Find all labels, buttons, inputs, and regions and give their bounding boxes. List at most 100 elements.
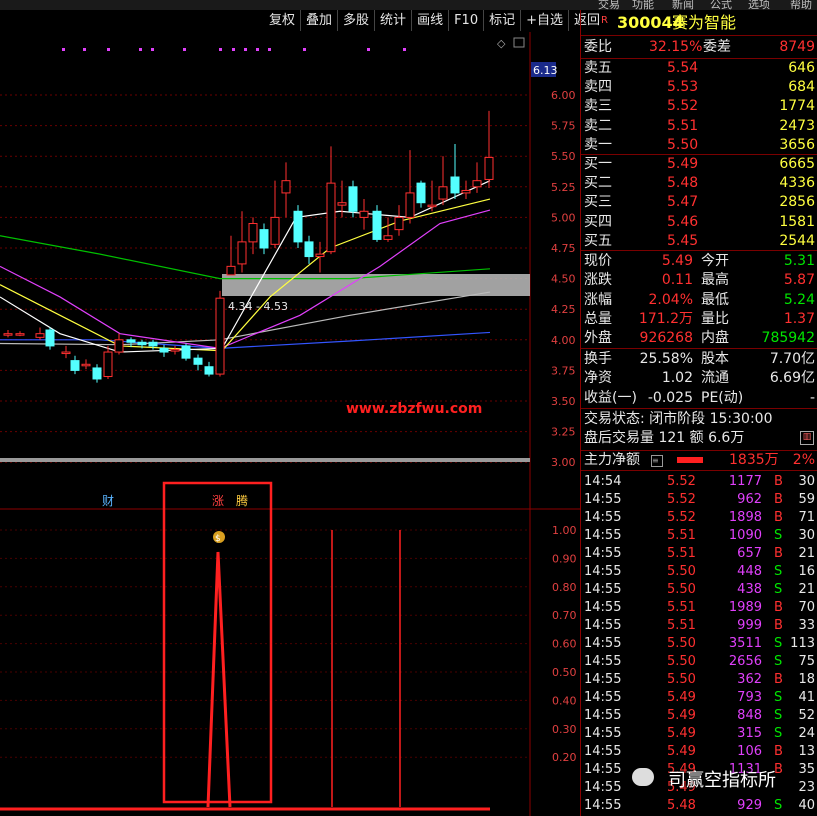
stat-row: 换手 25.58% 股本 7.70亿: [581, 350, 817, 369]
mark-button[interactable]: 标记: [484, 10, 522, 31]
tick-volume: 2656: [728, 654, 762, 669]
candle-body: [359, 210, 369, 218]
book-price: 5.48: [667, 175, 699, 192]
book-label: 买一: [584, 156, 612, 172]
candle-body: [270, 216, 280, 245]
stat-row: 涨跌 0.11 最高 5.87: [581, 271, 817, 290]
price-tick: 4.50: [551, 273, 576, 286]
main-force-row: 主力净额 ≡ 1835万 2%: [581, 451, 817, 470]
indicator-tick: 0.40: [552, 694, 577, 707]
signal-dot: [107, 48, 110, 51]
main-force-value: 1835万: [729, 452, 779, 468]
book-label: 买五: [584, 232, 612, 249]
stock-name: 赛为智能: [672, 13, 737, 32]
book-volume: 2544: [779, 232, 815, 249]
tick-side: B: [774, 744, 783, 759]
tick-price: 5.51: [667, 546, 696, 561]
cai-marker[interactable]: 财: [102, 494, 114, 508]
add-watchlist-button[interactable]: +自选: [521, 10, 570, 31]
tick-price: 5.50: [667, 654, 696, 669]
tick-time: 14:55: [584, 690, 622, 705]
stat-value-2: 5.24: [783, 291, 815, 308]
candle-body: [461, 189, 471, 194]
candle-body: [159, 347, 169, 353]
candle-body: [405, 192, 415, 218]
indicator-tick: 1.00: [552, 524, 577, 537]
candle-body: [472, 180, 482, 188]
tick-side: S: [774, 708, 783, 723]
tick-time: 14:54: [584, 474, 622, 489]
teng-marker[interactable]: 腾: [236, 493, 248, 508]
list-icon[interactable]: ≡: [651, 455, 663, 467]
price-tick: 3.50: [551, 395, 576, 408]
book-label: 卖一: [584, 136, 612, 153]
tick-side: S: [774, 726, 783, 741]
stat-value-2: 7.70亿: [769, 351, 815, 367]
book-row: 买三 5.47 2856: [581, 193, 817, 212]
stat-value-2: 5.31: [783, 253, 815, 269]
multi-stock-button[interactable]: 多股: [338, 10, 376, 31]
f10-button[interactable]: F10: [449, 10, 485, 31]
overlay-text: 司赢空指标所: [668, 770, 776, 791]
tick-side: S: [774, 528, 783, 543]
trade-status: 交易状态: 闭市阶段 15:30:00: [581, 410, 817, 429]
candle-body: [416, 182, 426, 204]
tick-side: B: [774, 474, 783, 489]
tick-row: 14:55 5.50 362 B 18: [581, 670, 817, 689]
tick-volume: 999: [737, 618, 762, 633]
book-price: 5.54: [667, 60, 699, 76]
chart-icon[interactable]: ▥: [800, 431, 814, 445]
book-row: 买一 5.49 6665: [581, 155, 817, 174]
tick-volume: 448: [737, 564, 762, 579]
candle-body: [304, 241, 314, 258]
watermark-text: www.zbzfwu.com: [346, 401, 482, 417]
trade-status-text: 交易状态: 闭市阶段 15:30:00: [584, 411, 773, 427]
candle-body: [126, 339, 136, 343]
candle-body: [237, 241, 247, 265]
tick-count: 40: [798, 798, 815, 813]
tick-price: 5.51: [667, 618, 696, 633]
stat-value-2: 1.37: [783, 310, 815, 327]
indicator-tick: 0.80: [552, 581, 577, 594]
stat-value: 1.02: [661, 370, 693, 387]
signal-dot: [244, 48, 247, 51]
candlesticks: [3, 110, 494, 383]
tick-price: 5.50: [667, 636, 696, 651]
tick-count: 70: [798, 600, 815, 615]
diamond-icon[interactable]: ◇: [497, 37, 506, 50]
stat-label: 净资: [584, 370, 612, 387]
tick-time: 14:55: [584, 762, 622, 777]
tick-row: 14:55 5.50 3511 S 113: [581, 634, 817, 653]
tick-time: 14:55: [584, 618, 622, 633]
tick-side: S: [774, 654, 783, 669]
candle-body: [315, 253, 325, 258]
moving-average-lines: [0, 180, 491, 353]
draw-line-button[interactable]: 画线: [412, 10, 450, 31]
kline-chart[interactable]: 6.00 5.75 5.50 5.25 5.00 4.75 4.50 4.25 4.00 3.75…: [0, 32, 580, 816]
tick-count: 59: [798, 492, 815, 507]
tick-price: 5.49: [667, 708, 696, 723]
stat-label: 收益(一): [584, 389, 637, 406]
candle-body: [215, 297, 225, 375]
indicator-tick: 0.30: [552, 723, 577, 736]
maximize-icon[interactable]: [513, 37, 525, 48]
candle-body: [92, 367, 102, 380]
wechat-icon: [632, 768, 654, 786]
book-row: 买五 5.45 2544: [581, 232, 817, 251]
tick-price: 5.48: [667, 798, 696, 813]
overlay-button[interactable]: 叠加: [301, 10, 339, 31]
stat-label-2: 流通: [701, 370, 729, 387]
book-label: 卖五: [584, 60, 612, 76]
restore-rights-button[interactable]: 复权: [264, 10, 302, 31]
tick-count: 21: [798, 582, 815, 597]
indicator-tick: 0.60: [552, 638, 577, 651]
tick-price: 5.52: [667, 474, 696, 489]
zhang-marker[interactable]: 涨: [212, 493, 224, 508]
tick-time: 14:55: [584, 672, 622, 687]
statistics-button[interactable]: 统计: [375, 10, 413, 31]
candle-body: [148, 341, 158, 347]
price-tick: 3.00: [551, 456, 576, 469]
tick-time: 14:55: [584, 654, 622, 669]
tick-row: 14:55 5.50 448 S 16: [581, 562, 817, 581]
stat-label-2: 股本: [701, 351, 729, 367]
